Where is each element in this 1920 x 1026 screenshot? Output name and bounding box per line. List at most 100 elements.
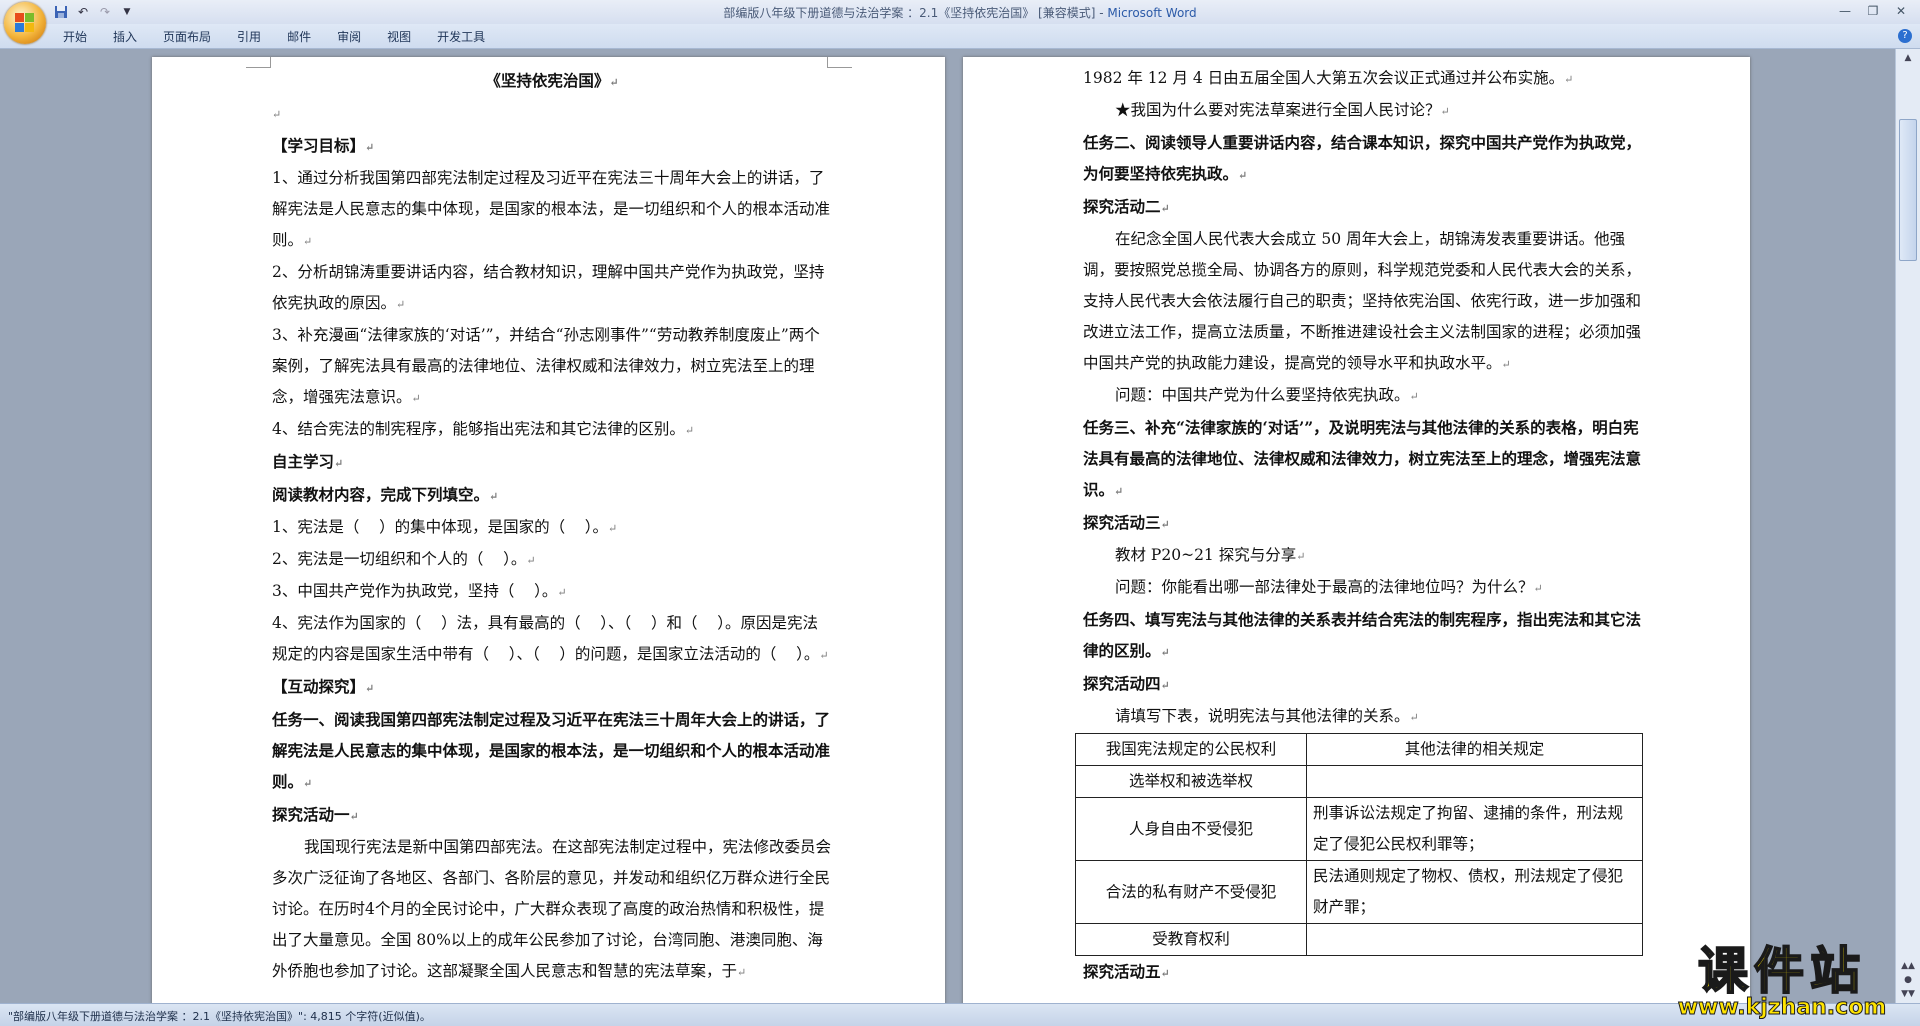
paragraph-text: 教材 P20~21 探究与分享	[1115, 546, 1297, 564]
paragraph: 探究活动五↵	[1083, 956, 1643, 989]
paragraph-mark-icon: ↵	[365, 682, 375, 695]
paragraph-text: 探究活动二	[1083, 197, 1161, 216]
paragraph-mark-icon: ↵	[1160, 967, 1170, 980]
office-button[interactable]	[4, 2, 46, 44]
page-2-text-before-table: 1982 年 12 月 4 日由五届全国人大第五次会议正式通过并公布实施。↵ ★我…	[1083, 63, 1643, 733]
table-cell[interactable]: 合法的私有财产不受侵犯	[1075, 860, 1307, 924]
paragraph: 在纪念全国人民代表大会成立 50 周年大会上，胡锦涛发表重要讲话。他强调，要按照…	[1083, 224, 1643, 380]
document-area[interactable]: 《坚持依宪治国》↵ ↵ 【学习目标】↵ 1、通过分析我国第四部宪法制定过程及习近平在…	[0, 49, 1896, 1003]
table-cell[interactable]: 刑事诉讼法规定了拘留、逮捕的条件，刑法规定了侵犯公民权利罪等；	[1306, 797, 1643, 861]
paragraph-mark-icon: ↵	[1160, 679, 1170, 692]
paragraph: 3、中国共产党作为执政党，坚持（ ）。↵	[272, 576, 832, 608]
paragraph-mark-icon: ↵	[1409, 711, 1419, 724]
paragraph: 1982 年 12 月 4 日由五届全国人大第五次会议正式通过并公布实施。↵	[1083, 63, 1643, 95]
tab-mailings[interactable]: 邮件	[274, 28, 324, 46]
paragraph-mark-icon: ↵	[819, 649, 829, 662]
paragraph: 探究活动三↵	[1083, 507, 1643, 540]
table-header-cell[interactable]: 其他法律的相关规定	[1306, 733, 1643, 766]
app-name: Microsoft Word	[1107, 6, 1197, 20]
page-2-content[interactable]: 1982 年 12 月 4 日由五届全国人大第五次会议正式通过并公布实施。↵ ★我…	[1075, 63, 1643, 989]
paragraph: 任务四、填写宪法与其他法律的关系表并结合宪法的制宪程序，指出宪法和其它法律的区别…	[1083, 604, 1643, 668]
paragraph-text: 任务一、阅读我国第四部宪法制定过程及习近平在宪法三十周年大会上的讲话，了解宪法是…	[272, 710, 831, 791]
paragraph-text: 3、补充漫画“法律家族的‘对话’”，并结合“孙志刚事件”“劳动教养制度废止”两个…	[272, 326, 820, 406]
document-page-1[interactable]: 《坚持依宪治国》↵ ↵ 【学习目标】↵ 1、通过分析我国第四部宪法制定过程及习近平在…	[152, 57, 945, 1003]
page-1-content[interactable]: 《坚持依宪治国》↵ ↵ 【学习目标】↵ 1、通过分析我国第四部宪法制定过程及习近平在…	[272, 65, 832, 988]
paragraph-text: 在纪念全国人民代表大会成立 50 周年大会上，胡锦涛发表重要讲话。他强调，要按照…	[1083, 230, 1642, 372]
window-title: 部编版八年级下册道德与法治学案 ：2.1《坚持依宪治国》 [兼容模式] - Mi…	[0, 4, 1920, 21]
scroll-up-icon[interactable]: ▲	[1900, 51, 1916, 65]
paragraph: 任务二、阅读领导人重要讲话内容，结合课本知识，探究中国共产党作为执政党，为何要坚…	[1083, 127, 1643, 191]
scrollbar-thumb[interactable]	[1899, 119, 1917, 261]
paragraph-mark-icon: ↵	[1114, 485, 1124, 498]
document-heading: 《坚持依宪治国》↵	[485, 71, 619, 90]
paragraph-text: 问题：中国共产党为什么要坚持依宪执政。	[1115, 386, 1410, 404]
tab-view[interactable]: 视图	[374, 28, 424, 46]
paragraph: 教材 P20~21 探究与分享↵	[1083, 540, 1643, 572]
paragraph: 探究活动二↵	[1083, 191, 1643, 224]
next-page-icon[interactable]: ▼▼	[1900, 987, 1916, 1001]
paragraph-mark-icon: ↵	[272, 108, 282, 121]
vertical-scrollbar[interactable]: ▲ ▲▲ ● ▼▼	[1895, 49, 1920, 1003]
table-cell[interactable]: 选举权和被选举权	[1075, 765, 1307, 798]
minimize-icon[interactable]: —	[1832, 2, 1858, 20]
document-page-2[interactable]: 1982 年 12 月 4 日由五届全国人大第五次会议正式通过并公布实施。↵ ★我…	[963, 57, 1750, 1003]
tab-insert[interactable]: 插入	[100, 28, 150, 46]
paragraph: 任务三、补充“法律家族的‘对话’”，及说明宪法与其他法律的关系的表格，明白宪法具…	[1083, 412, 1643, 507]
paragraph-mark-icon: ↵	[1533, 582, 1543, 595]
tab-home[interactable]: 开始	[50, 28, 100, 46]
paragraph: 自主学习↵	[272, 446, 832, 479]
paragraph-text: 问题：你能看出哪一部法律处于最高的法律地位吗？为什么？	[1115, 578, 1534, 596]
table-header-row: 我国宪法规定的公民权利 其他法律的相关规定	[1075, 733, 1643, 766]
paragraph-text: 阅读教材内容，完成下列填空。	[272, 485, 490, 504]
document-title: 部编版八年级下册道德与法治学案 ：2.1《坚持依宪治国》 [兼容模式] -	[723, 6, 1108, 20]
paragraph-text: 1982 年 12 月 4 日由五届全国人大第五次会议正式通过并公布实施。	[1083, 69, 1565, 87]
paragraph-mark-icon: ↵	[396, 298, 406, 311]
page-2-text-after-table: 探究活动五↵	[1083, 956, 1643, 989]
watermark-url: www.kjzhan.com	[1677, 995, 1887, 1020]
select-browse-object-icon[interactable]: ●	[1900, 973, 1916, 987]
table-cell[interactable]: 人身自由不受侵犯	[1075, 797, 1307, 861]
paragraph-mark-icon: ↵	[684, 424, 695, 437]
paragraph: 4、宪法作为国家的（ ）法，具有最高的（ ）、（ ）和（ ）。原因是宪法规定的内…	[272, 608, 832, 671]
paragraph: 我国现行宪法是新中国第四部宪法。在这部宪法制定过程中，宪法修改委员会多次广泛征询…	[272, 832, 832, 988]
paragraph-mark-icon: ↵	[526, 554, 536, 567]
tab-references[interactable]: 引用	[224, 28, 274, 46]
table-row: 受教育权利	[1075, 923, 1643, 956]
paragraph-text: 【互动探究】	[272, 677, 366, 696]
table-cell[interactable]: 受教育权利	[1075, 923, 1307, 956]
rights-table[interactable]: 我国宪法规定的公民权利 其他法律的相关规定 选举权和被选举权 人身自由不受侵犯 …	[1075, 733, 1643, 956]
previous-page-icon[interactable]: ▲▲	[1900, 959, 1916, 973]
tab-review[interactable]: 审阅	[324, 28, 374, 46]
paragraph: 阅读教材内容，完成下列填空。↵	[272, 479, 832, 512]
paragraph-text: 4、宪法作为国家的（ ）法，具有最高的（ ）、（ ）和（ ）。原因是宪法规定的内…	[272, 614, 820, 663]
paragraph: 2、宪法是一切组织和个人的（ ）。↵	[272, 544, 832, 576]
paragraph-text: 探究活动五	[1083, 962, 1161, 981]
restore-icon[interactable]: ❐	[1860, 2, 1886, 20]
table-cell[interactable]: 民法通则规定了物权、债权，刑法规定了侵犯财产罪；	[1306, 860, 1643, 924]
table-cell[interactable]	[1306, 923, 1643, 956]
paragraph-text: 我国现行宪法是新中国第四部宪法。在这部宪法制定过程中，宪法修改委员会多次广泛征询…	[272, 838, 832, 980]
paragraph: 【学习目标】↵	[272, 130, 832, 163]
document-heading-text: 《坚持依宪治国》	[485, 71, 610, 90]
tab-page-layout[interactable]: 页面布局	[150, 28, 224, 46]
paragraph-mark-icon: ↵	[334, 457, 344, 470]
site-watermark-logo: 课件站 www.kjzhan.com	[1666, 942, 1898, 1019]
title-bar: ↶ ↷ ▼ 部编版八年级下册道德与法治学案 ：2.1《坚持依宪治国》 [兼容模式…	[0, 0, 1920, 24]
paragraph: 1、通过分析我国第四部宪法制定过程及习近平在宪法三十周年大会上的讲话，了解宪法是…	[272, 163, 832, 257]
paragraph: 请填写下表，说明宪法与其他法律的关系。↵	[1083, 701, 1643, 733]
table-header-cell[interactable]: 我国宪法规定的公民权利	[1075, 733, 1307, 766]
paragraph-text: 任务二、阅读领导人重要讲话内容，结合课本知识，探究中国共产党作为执政党，为何要坚…	[1083, 133, 1642, 183]
close-icon[interactable]: ✕	[1888, 2, 1914, 20]
table-row: 合法的私有财产不受侵犯 民法通则规定了物权、债权，刑法规定了侵犯财产罪；	[1075, 860, 1643, 924]
tab-developer[interactable]: 开发工具	[424, 28, 498, 46]
paragraph-mark-icon: ↵	[1238, 169, 1248, 182]
ribbon-tabs: 开始 插入 页面布局 引用 邮件 审阅 视图 开发工具	[50, 28, 498, 46]
paragraph: 问题：中国共产党为什么要坚持依宪执政。↵	[1083, 380, 1643, 412]
ribbon-tab-bar: 开始 插入 页面布局 引用 邮件 审阅 视图 开发工具 ?	[0, 24, 1920, 49]
help-icon[interactable]: ?	[1898, 29, 1912, 43]
watermark-logo-text: 课件站	[1697, 942, 1866, 1000]
paragraph-text: 1、通过分析我国第四部宪法制定过程及习近平在宪法三十周年大会上的讲话，了解宪法是…	[272, 169, 831, 249]
table-cell[interactable]	[1306, 765, 1643, 798]
status-text: "部编版八年级下册道德与法治学案 ：2.1《坚持依宪治国》": 4,815 个字…	[8, 1010, 431, 1023]
paragraph-text: 3、中国共产党作为执政党，坚持（ ）。	[272, 582, 558, 600]
